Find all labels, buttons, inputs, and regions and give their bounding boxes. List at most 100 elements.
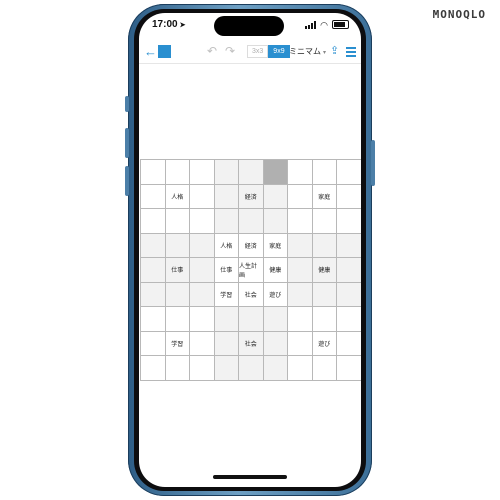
grid-cell[interactable] (165, 356, 190, 381)
grid-cell[interactable] (312, 356, 337, 381)
grid-cell[interactable]: 学習 (165, 331, 190, 356)
grid-cell[interactable] (214, 160, 239, 185)
mode-select[interactable]: ミニマム ▾ (289, 46, 326, 57)
redo-icon[interactable]: ↷ (225, 44, 235, 58)
grid-cell[interactable] (165, 282, 190, 307)
signal-icon (305, 20, 317, 29)
grid-cell[interactable] (312, 160, 337, 185)
grid-cell[interactable] (288, 233, 313, 258)
grid-cell[interactable] (337, 160, 361, 185)
dynamic-island (214, 16, 284, 36)
grid-cell[interactable] (337, 307, 361, 332)
grid-cell[interactable]: 学習 (214, 282, 239, 307)
grid-cell[interactable] (214, 209, 239, 234)
grid-cell[interactable] (337, 356, 361, 381)
grid-cell[interactable] (141, 184, 166, 209)
grid-cell[interactable]: 人生計画 (239, 258, 264, 283)
grid-cell[interactable] (263, 160, 288, 185)
grid-cell[interactable]: 遊び (263, 282, 288, 307)
grid-cell[interactable] (165, 233, 190, 258)
grid-cell[interactable] (288, 209, 313, 234)
grid-cell[interactable]: 経済 (239, 184, 264, 209)
grid-cell[interactable] (190, 233, 215, 258)
action-button (125, 96, 129, 112)
grid-cell[interactable] (141, 258, 166, 283)
grid-cell[interactable]: 健康 (312, 258, 337, 283)
grid-cell[interactable] (190, 258, 215, 283)
grid-cell[interactable] (141, 282, 166, 307)
undo-icon[interactable]: ↶ (207, 44, 217, 58)
grid-cell[interactable] (214, 356, 239, 381)
grid-cell[interactable] (141, 331, 166, 356)
grid-cell[interactable] (214, 331, 239, 356)
location-arrow-icon: ➤ (179, 22, 186, 29)
grid-cell[interactable] (190, 356, 215, 381)
grid-cell[interactable] (239, 160, 264, 185)
grid-cell[interactable]: 家庭 (312, 184, 337, 209)
grid-cell[interactable] (337, 331, 361, 356)
app-logo[interactable] (158, 45, 171, 58)
grid-cell[interactable]: 遊び (312, 331, 337, 356)
grid-cell[interactable] (337, 209, 361, 234)
brand-logo: MONOQLO (432, 8, 486, 21)
grid-cell[interactable] (337, 258, 361, 283)
grid-cell[interactable] (312, 233, 337, 258)
grid-cell[interactable] (288, 160, 313, 185)
grid-cell[interactable] (288, 282, 313, 307)
grid-cell[interactable] (263, 209, 288, 234)
grid-cell[interactable] (288, 356, 313, 381)
back-arrow-icon[interactable]: ← (144, 44, 157, 59)
toggle-9x9[interactable]: 9x9 (268, 45, 290, 58)
grid-cell[interactable] (337, 184, 361, 209)
status-icons: ◠ (305, 20, 349, 29)
grid-cell[interactable]: 仕事 (214, 258, 239, 283)
grid-cell[interactable] (190, 160, 215, 185)
grid-cell[interactable] (190, 209, 215, 234)
toolbar: ← ↶ ↷ 3x3 9x9 ミニマム ▾ ⇪ (139, 41, 361, 64)
grid-cell[interactable] (190, 331, 215, 356)
grid-cell[interactable] (263, 356, 288, 381)
grid-cell[interactable] (190, 307, 215, 332)
mandala-grid: 人格 経済 家庭 人格 経済 家庭 仕事 仕事 人生計画 健康 健康 学習 社会 遊び 学習 社会 遊び (140, 159, 361, 381)
grid-cell[interactable] (141, 209, 166, 234)
grid-cell[interactable] (288, 331, 313, 356)
grid-cell[interactable] (288, 307, 313, 332)
grid-cell[interactable] (312, 307, 337, 332)
grid-cell[interactable] (214, 307, 239, 332)
hamburger-menu-icon[interactable] (346, 47, 356, 59)
grid-cell[interactable]: 社会 (239, 331, 264, 356)
grid-cell[interactable]: 経済 (239, 233, 264, 258)
grid-cell[interactable]: 人格 (214, 233, 239, 258)
status-time: 17:00 ➤ (152, 19, 186, 30)
grid-cell[interactable]: 人格 (165, 184, 190, 209)
share-icon[interactable]: ⇪ (330, 44, 339, 57)
grid-cell[interactable]: 仕事 (165, 258, 190, 283)
grid-cell[interactable] (312, 209, 337, 234)
grid-cell[interactable] (288, 258, 313, 283)
grid-cell[interactable] (190, 282, 215, 307)
grid-cell[interactable] (263, 307, 288, 332)
grid-cell[interactable]: 家庭 (263, 233, 288, 258)
grid-cell[interactable] (263, 184, 288, 209)
grid-cell[interactable] (263, 331, 288, 356)
grid-cell[interactable] (141, 356, 166, 381)
grid-cell[interactable] (239, 209, 264, 234)
grid-cell[interactable] (239, 307, 264, 332)
grid-cell[interactable] (165, 209, 190, 234)
grid-cell[interactable] (312, 282, 337, 307)
grid-cell[interactable] (141, 233, 166, 258)
grid-cell[interactable] (337, 282, 361, 307)
grid-cell[interactable] (190, 184, 215, 209)
grid-cell[interactable] (165, 160, 190, 185)
grid-cell[interactable] (288, 184, 313, 209)
grid-cell[interactable] (141, 160, 166, 185)
grid-cell[interactable] (141, 307, 166, 332)
grid-cell[interactable]: 健康 (263, 258, 288, 283)
grid-cell[interactable] (239, 356, 264, 381)
grid-cell[interactable] (165, 307, 190, 332)
grid-cell[interactable] (337, 233, 361, 258)
toggle-3x3[interactable]: 3x3 (247, 45, 269, 58)
grid-cell[interactable]: 社会 (239, 282, 264, 307)
chevron-down-icon: ▾ (323, 50, 327, 56)
grid-cell[interactable] (214, 184, 239, 209)
